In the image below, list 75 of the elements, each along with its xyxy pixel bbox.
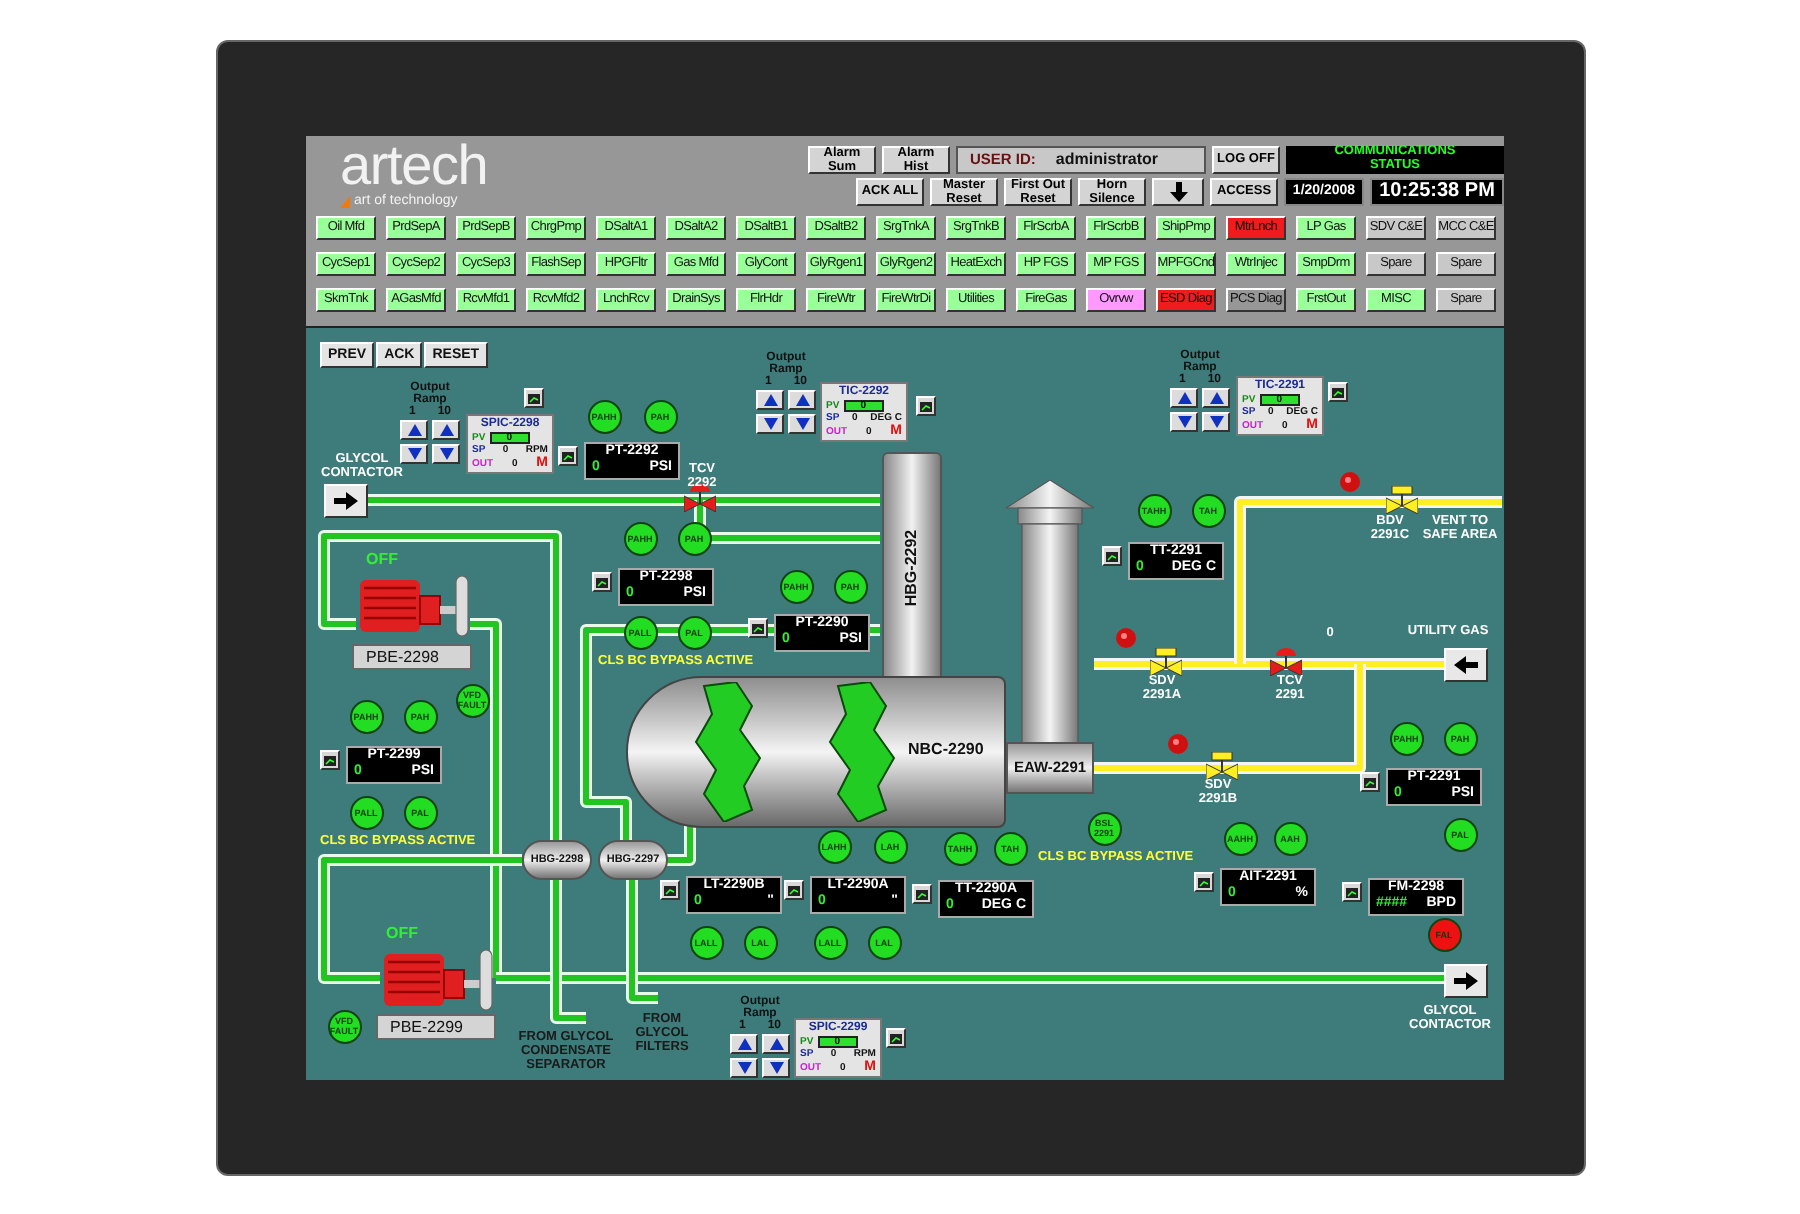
shutdown-valve-icon[interactable] bbox=[1150, 648, 1182, 676]
down-triangle-icon bbox=[763, 418, 777, 430]
pump-tag: PBE-2298 bbox=[352, 644, 472, 670]
up-triangle-icon bbox=[737, 1038, 751, 1050]
ramp-down-button[interactable] bbox=[1170, 412, 1198, 432]
down-triangle-icon bbox=[1209, 416, 1223, 428]
down-triangle-icon bbox=[1177, 416, 1191, 428]
ramp-up-button[interactable] bbox=[762, 1034, 790, 1054]
ramp-down-button[interactable] bbox=[400, 444, 428, 464]
ramp-down-button[interactable] bbox=[1202, 412, 1230, 432]
down-triangle-icon bbox=[769, 1062, 783, 1074]
ramp-down-button[interactable] bbox=[788, 414, 816, 434]
control-valve-icon[interactable] bbox=[684, 484, 716, 512]
down-triangle-icon bbox=[737, 1062, 751, 1074]
shutdown-valve-icon[interactable] bbox=[1206, 752, 1238, 780]
ramp-up-button[interactable] bbox=[1170, 388, 1198, 408]
pump-status: OFF bbox=[366, 550, 398, 568]
down-triangle-icon bbox=[439, 448, 453, 460]
ramp-up-button[interactable] bbox=[730, 1034, 758, 1054]
right-arrow-icon bbox=[1454, 972, 1478, 990]
up-triangle-icon bbox=[439, 424, 453, 436]
level-indicator-icon bbox=[826, 682, 898, 822]
down-arrow-icon bbox=[1169, 182, 1187, 202]
equipment-tag: NBC-2290 bbox=[908, 738, 984, 762]
right-arrow-icon bbox=[334, 492, 358, 510]
ramp-down-button[interactable] bbox=[432, 444, 460, 464]
ramp-up-button[interactable] bbox=[756, 390, 784, 410]
down-triangle-icon bbox=[407, 448, 421, 460]
faceplate-icon[interactable] bbox=[1194, 872, 1214, 892]
indicator-light-icon bbox=[1168, 734, 1188, 754]
user-id-value: administrator bbox=[1055, 148, 1159, 172]
ramp-down-button[interactable] bbox=[730, 1058, 758, 1078]
faceplate-icon[interactable] bbox=[558, 446, 578, 466]
ramp-up-button[interactable] bbox=[1202, 388, 1230, 408]
control-valve-icon[interactable] bbox=[1270, 648, 1302, 676]
ramp-down-button[interactable] bbox=[762, 1058, 790, 1078]
up-triangle-icon bbox=[769, 1038, 783, 1050]
up-triangle-icon bbox=[763, 394, 777, 406]
pump-status: OFF bbox=[386, 924, 418, 942]
arrow-down-button[interactable] bbox=[1152, 178, 1204, 206]
clock-display: 10:25:38 PM bbox=[1370, 178, 1504, 206]
faceplate-icon[interactable] bbox=[916, 396, 936, 416]
up-triangle-icon bbox=[1177, 392, 1191, 404]
arrow-button[interactable] bbox=[1444, 648, 1488, 682]
up-triangle-icon bbox=[1209, 392, 1223, 404]
down-triangle-icon bbox=[795, 418, 809, 430]
faceplate-icon[interactable] bbox=[524, 388, 544, 408]
faceplate-icon[interactable] bbox=[592, 572, 612, 592]
logo-mark-icon bbox=[340, 195, 350, 207]
faceplate-icon[interactable] bbox=[886, 1028, 906, 1048]
arrow-button[interactable] bbox=[324, 484, 368, 518]
ramp-up-button[interactable] bbox=[788, 390, 816, 410]
left-arrow-icon bbox=[1454, 656, 1478, 674]
shutdown-valve-icon[interactable] bbox=[1386, 486, 1418, 514]
ramp-down-button[interactable] bbox=[756, 414, 784, 434]
faceplate-icon[interactable] bbox=[320, 750, 340, 770]
arrow-button[interactable] bbox=[1444, 964, 1488, 998]
indicator-light-icon bbox=[1340, 472, 1360, 492]
equipment-tag: HBG-2292 bbox=[900, 528, 924, 606]
faceplate-icon[interactable] bbox=[1328, 382, 1348, 402]
faceplate-icon[interactable] bbox=[1102, 546, 1122, 566]
logo-wordmark: artech bbox=[340, 138, 490, 194]
up-triangle-icon bbox=[795, 394, 809, 406]
faceplate-icon[interactable] bbox=[660, 880, 680, 900]
indicator-light-icon bbox=[1116, 628, 1136, 648]
faceplate-icon[interactable] bbox=[912, 884, 932, 904]
pump-tag: PBE-2299 bbox=[376, 1014, 496, 1040]
faceplate-icon[interactable] bbox=[784, 880, 804, 900]
level-indicator-icon bbox=[692, 682, 764, 822]
faceplate-icon[interactable] bbox=[748, 618, 768, 638]
faceplate-icon[interactable] bbox=[1360, 772, 1380, 792]
ramp-up-button[interactable] bbox=[400, 420, 428, 440]
ramp-up-button[interactable] bbox=[432, 420, 460, 440]
faceplate-icon[interactable] bbox=[1342, 882, 1362, 902]
up-triangle-icon bbox=[407, 424, 421, 436]
